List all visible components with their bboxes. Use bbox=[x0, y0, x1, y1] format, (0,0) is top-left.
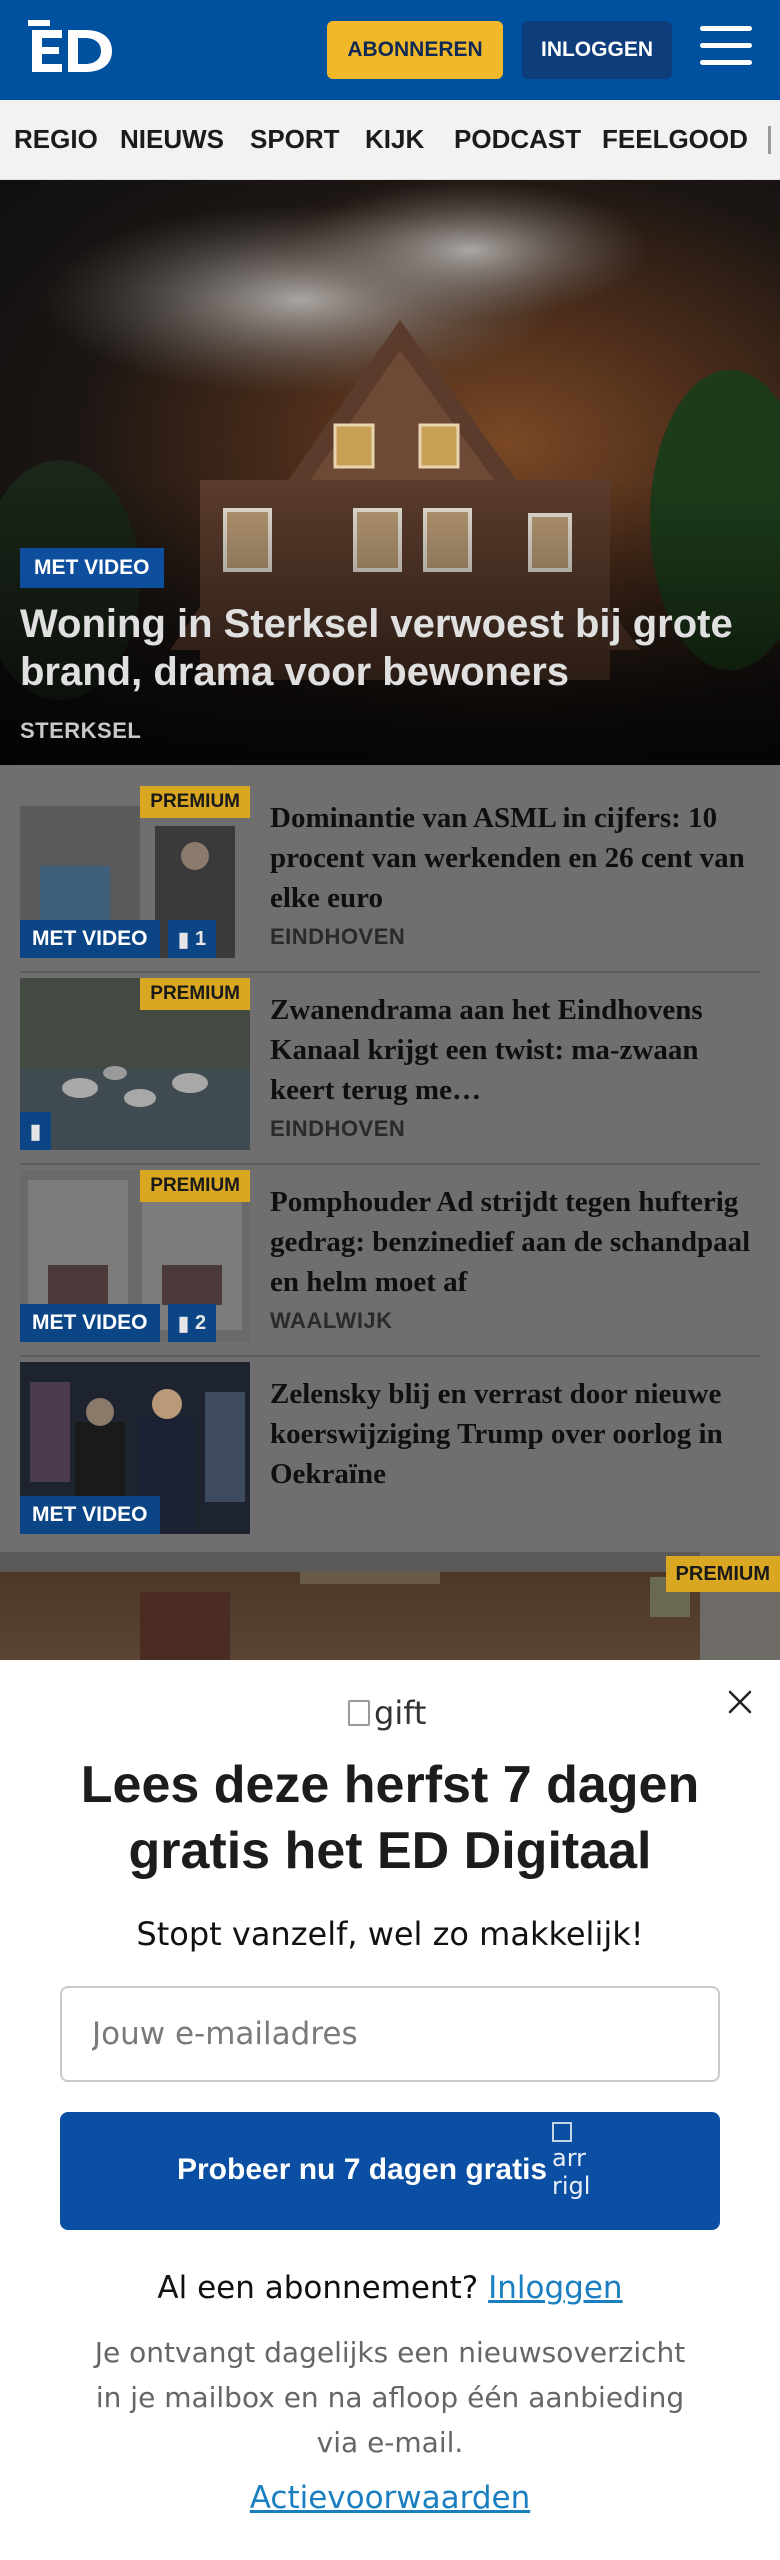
nav-item-kijk[interactable]: KIJK bbox=[365, 124, 424, 155]
comment-icon: ▮ bbox=[178, 1312, 190, 1335]
arrow-right-icon: arr rigl bbox=[552, 2122, 602, 2220]
hero-article[interactable]: MET VIDEO Woning in Sterksel verwoest bi… bbox=[0, 180, 780, 765]
article-thumbnail: PREMIUM MET VIDEO ▮ 2 bbox=[20, 1170, 250, 1342]
premium-badge: PREMIUM bbox=[140, 786, 250, 818]
video-badge: MET VIDEO bbox=[20, 1304, 160, 1342]
subscription-modal: gift Lees deze herfst 7 dagen gratis het… bbox=[0, 1660, 780, 2560]
comment-count: ▮ 1 bbox=[168, 920, 217, 958]
ed-logo[interactable]: ED bbox=[28, 20, 116, 80]
article-thumbnail: PREMIUM ▮ bbox=[20, 978, 250, 1150]
article-item[interactable]: PREMIUM MET VIDEO ▮ 1 Dominantie van ASM… bbox=[20, 786, 760, 958]
article-title[interactable]: Zwanendrama aan het Eindhovens Kanaal kr… bbox=[270, 990, 760, 1110]
divider bbox=[20, 1163, 760, 1165]
modal-subtitle: Stopt vanzelf, wel zo makkelijk! bbox=[136, 1915, 644, 1953]
broken-image-icon bbox=[552, 2122, 572, 2142]
video-badge: MET VIDEO bbox=[20, 548, 164, 588]
subscribe-button[interactable]: ABONNEREN bbox=[327, 21, 503, 79]
nav-overflow-indicator bbox=[768, 126, 771, 154]
article-title[interactable]: Dominantie van ASML in cijfers: 10 proce… bbox=[270, 798, 760, 918]
try-free-button[interactable]: Probeer nu 7 dagen gratis arr rigl bbox=[60, 2112, 720, 2230]
article-title[interactable]: Pomphouder Ad strijdt tegen hufterig ged… bbox=[270, 1182, 760, 1302]
video-badge: MET VIDEO bbox=[20, 1496, 160, 1534]
divider bbox=[20, 1355, 760, 1357]
article-item[interactable]: PREMIUM ▮ Zwanendrama aan het Eindhovens… bbox=[20, 978, 760, 1150]
nav-item-feelgood[interactable]: FEELGOOD bbox=[602, 124, 748, 155]
article-location: EINDHOVEN bbox=[270, 924, 406, 949]
section-nav: REGIO NIEUWS SPORT KIJK PODCAST FEELGOOD bbox=[0, 100, 780, 180]
comment-count: ▮ 2 bbox=[168, 1304, 217, 1342]
nav-item-podcast[interactable]: PODCAST bbox=[454, 124, 581, 155]
already-subscribed: Al een abonnement? Inloggen bbox=[157, 2270, 623, 2306]
email-input[interactable] bbox=[60, 1986, 720, 2082]
comment-icon: ▮ bbox=[20, 1112, 52, 1150]
article-title[interactable]: Zelensky blij en verrast door nieuwe koe… bbox=[270, 1374, 760, 1494]
hero-title[interactable]: Woning in Sterksel verwoest bij grote br… bbox=[20, 600, 760, 696]
premium-badge: PREMIUM bbox=[140, 1170, 250, 1202]
nav-item-regio[interactable]: REGIO bbox=[14, 124, 98, 155]
hamburger-menu-icon[interactable] bbox=[700, 26, 752, 70]
terms-link[interactable]: Actievoorwaarden bbox=[40, 2480, 740, 2516]
close-icon[interactable] bbox=[720, 1682, 760, 1722]
divider bbox=[20, 971, 760, 973]
top-header: ED ABONNEREN INLOGGEN bbox=[0, 0, 780, 100]
broken-image-icon bbox=[348, 1700, 370, 1726]
login-link[interactable]: Inloggen bbox=[488, 2270, 622, 2306]
article-thumbnail: MET VIDEO bbox=[20, 1362, 250, 1534]
nav-item-nieuws[interactable]: NIEUWS bbox=[120, 124, 224, 155]
modal-title: Lees deze herfst 7 dagen gratis het ED D… bbox=[80, 1756, 700, 1880]
modal-note: Je ontvangt dagelijks een nieuwsoverzich… bbox=[94, 2336, 686, 2459]
comment-icon: ▮ bbox=[178, 928, 190, 951]
gift-image: gift bbox=[348, 1694, 426, 1732]
article-item[interactable]: MET VIDEO Zelensky blij en verrast door … bbox=[20, 1362, 760, 1534]
article-thumbnail: PREMIUM MET VIDEO ▮ 1 bbox=[20, 786, 250, 958]
premium-badge: PREMIUM bbox=[665, 1556, 780, 1592]
premium-badge: PREMIUM bbox=[140, 978, 250, 1010]
article-location: WAALWIJK bbox=[270, 1308, 393, 1333]
video-badge: MET VIDEO bbox=[20, 920, 160, 958]
article-item[interactable]: PREMIUM MET VIDEO ▮ 2 Pomphouder Ad stri… bbox=[20, 1170, 760, 1342]
hero-location: STERKSEL bbox=[20, 718, 142, 743]
try-free-label: Probeer nu 7 dagen gratis bbox=[177, 2153, 548, 2186]
login-button[interactable]: INLOGGEN bbox=[522, 21, 672, 79]
next-article-teaser[interactable]: PREMIUM bbox=[0, 1552, 780, 1662]
nav-item-sport[interactable]: SPORT bbox=[250, 124, 340, 155]
article-location: EINDHOVEN bbox=[270, 1116, 406, 1141]
